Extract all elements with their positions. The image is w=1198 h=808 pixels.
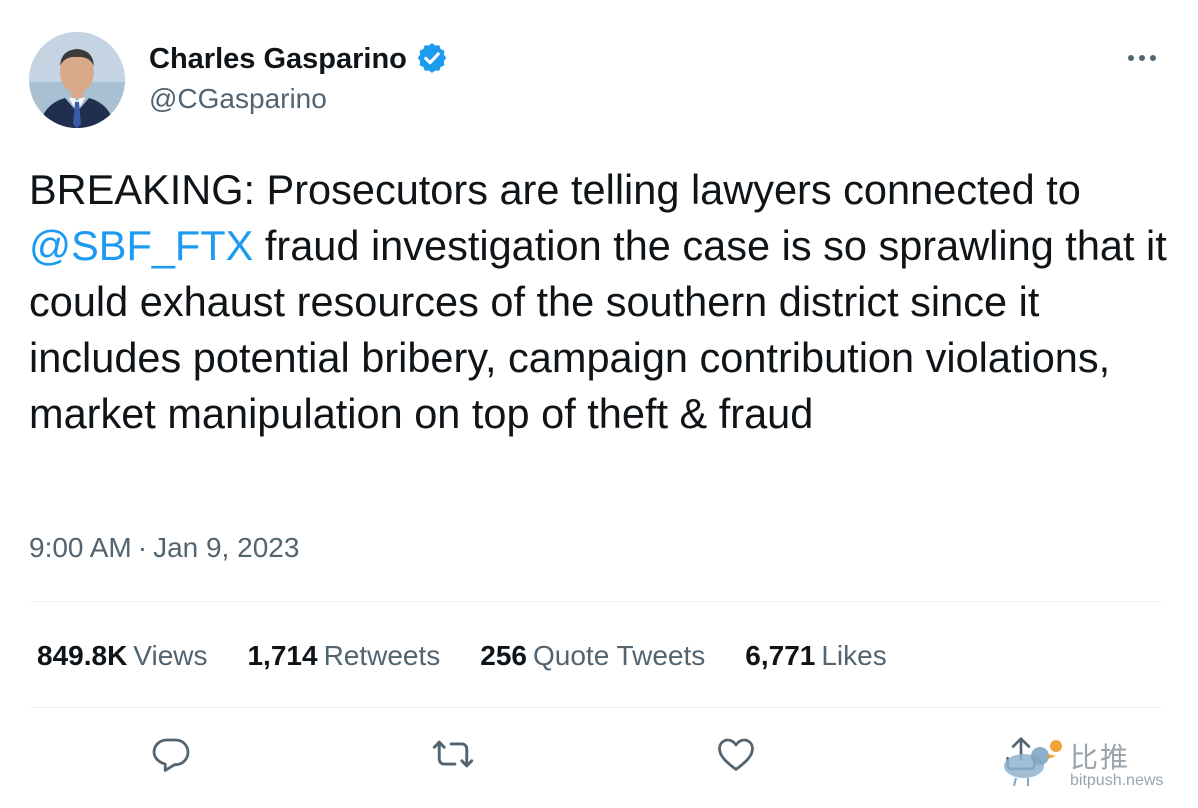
retweets-count: 1,714 xyxy=(247,640,318,671)
more-dots-icon xyxy=(1128,55,1156,61)
reply-button[interactable] xyxy=(148,731,194,777)
like-button[interactable] xyxy=(713,731,759,777)
bitpush-bird-logo xyxy=(1004,740,1062,786)
avatar-photo xyxy=(29,32,125,128)
watermark: 比推 bitpush.news xyxy=(998,732,1188,792)
views-label: Views xyxy=(133,640,208,671)
watermark-chinese: 比推 xyxy=(1070,741,1131,774)
tweet-timestamp[interactable]: 9:00 AM · Jan 9, 2023 xyxy=(29,531,299,565)
quote-tweets-label: Quote Tweets xyxy=(533,640,706,671)
heart-icon xyxy=(718,738,754,771)
retweet-icon xyxy=(432,740,474,768)
tweet-text-prefix: BREAKING: Prosecutors are telling lawyer… xyxy=(29,166,1081,213)
stat-quote-tweets[interactable]: 256 Quote Tweets xyxy=(480,638,705,674)
divider xyxy=(29,707,1162,708)
avatar[interactable] xyxy=(29,32,125,128)
tweet-date: Jan 9, 2023 xyxy=(153,532,300,563)
reply-icon xyxy=(152,738,190,772)
mention-link[interactable]: @SBF_FTX xyxy=(29,222,253,269)
tweet-text: BREAKING: Prosecutors are telling lawyer… xyxy=(29,162,1174,442)
retweet-button[interactable] xyxy=(430,731,476,777)
quote-tweets-count: 256 xyxy=(480,640,527,671)
retweets-label: Retweets xyxy=(323,640,441,671)
tweet-time: 9:00 AM xyxy=(29,532,132,563)
tweet-stats: 849.8K Views 1,714 Retweets 256 Quote Tweet… xyxy=(37,638,927,674)
stat-likes[interactable]: 6,771 Likes xyxy=(745,638,886,674)
likes-label: Likes xyxy=(821,640,887,671)
verified-badge-icon xyxy=(415,41,449,75)
timestamp-separator: · xyxy=(137,532,148,563)
more-options-button[interactable] xyxy=(1122,42,1162,74)
divider xyxy=(29,601,1162,602)
author-display-name[interactable]: Charles Gasparino xyxy=(149,42,407,76)
stat-views[interactable]: 849.8K Views xyxy=(37,638,207,674)
likes-count: 6,771 xyxy=(745,640,816,671)
author-handle[interactable]: @CGasparino xyxy=(149,82,327,116)
views-count: 849.8K xyxy=(37,640,128,671)
stat-retweets[interactable]: 1,714 Retweets xyxy=(247,638,440,674)
watermark-url: bitpush.news xyxy=(1070,772,1164,789)
